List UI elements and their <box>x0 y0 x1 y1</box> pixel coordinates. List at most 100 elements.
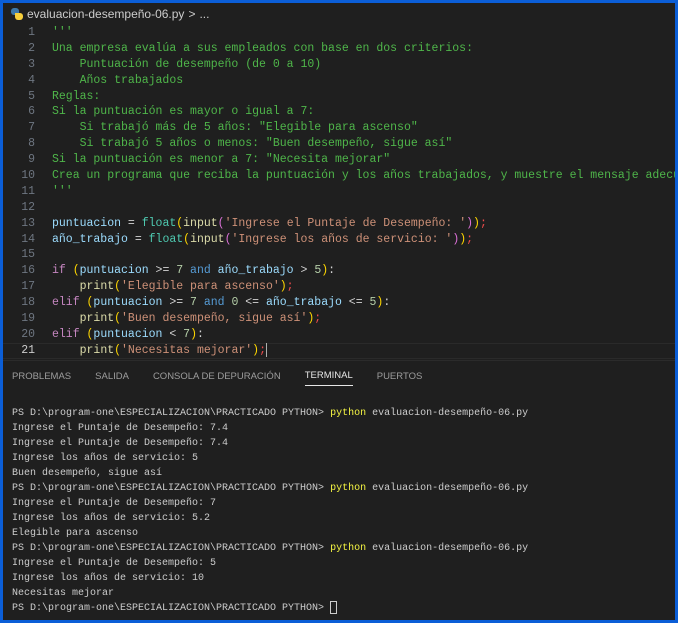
code-line[interactable]: 14 año_trabajo = float(input('Ingrese los… <box>3 232 675 248</box>
code-line[interactable]: 2 Una empresa evalúa a sus empleados con … <box>3 41 675 57</box>
code-line[interactable]: 6 Si la puntuación es mayor o igual a 7: <box>3 104 675 120</box>
terminal-prompt: PS D:\program-one\ESPECIALIZACION\PRACTI… <box>12 603 331 615</box>
code-token: < <box>162 327 184 341</box>
code-line[interactable]: 16 if (puntuacion >= 7 and año_trabajo > … <box>3 263 675 279</box>
code-token: Puntuación de desempeño (de 0 a 10) <box>52 57 322 71</box>
code-token: ) <box>279 280 287 294</box>
terminal-line: PS D:\program-one\ESPECIALIZACION\PRACTI… <box>12 541 528 556</box>
terminal-line: Ingrese el Puntaje de Desempeño: 7.4 <box>12 423 229 434</box>
code-token: puntuacion <box>93 327 163 341</box>
line-number: 1 <box>28 26 35 39</box>
code-token: ( <box>217 216 225 230</box>
code-token: puntuacion <box>52 216 122 230</box>
code-token: = <box>121 216 142 230</box>
terminal-line: Elegible para ascenso <box>12 528 139 539</box>
code-token: ( <box>114 312 122 326</box>
code-token: input <box>190 232 225 246</box>
code-token: ) <box>466 216 474 230</box>
terminal-line: Ingrese el Puntaje de Desempeño: 5 <box>12 558 217 569</box>
terminal-command: python <box>330 543 367 554</box>
code-token: : <box>196 327 204 341</box>
code-token: Si la puntuación es mayor o igual a 7: <box>52 105 315 119</box>
code-line[interactable]: 20 elif (puntuacion < 7): <box>3 327 675 343</box>
line-number: 4 <box>28 73 35 87</box>
breadcrumb-more[interactable]: ... <box>199 7 209 21</box>
code-token: float <box>141 216 177 230</box>
code-line[interactable]: 7 Si trabajó más de 5 años: "Elegible pa… <box>3 120 675 136</box>
code-line[interactable]: 10 Crea un programa que reciba la puntuac… <box>3 168 675 184</box>
panel-tabs: PROBLEMAS SALIDA CONSOLA DE DEPURACIÓN TERM… <box>3 361 675 391</box>
code-token: 'Ingrese el Puntaje de Desempeño: ' <box>224 216 467 230</box>
code-token: ) <box>473 216 480 230</box>
code-line[interactable]: 9 Si la puntuación es menor a 7: "Necesit… <box>3 152 675 168</box>
terminal-output[interactable]: PS D:\program-one\ESPECIALIZACION\PRACTI… <box>12 406 528 616</box>
tab-puertos[interactable]: PUERTOS <box>377 367 423 386</box>
code-token: Años trabajados <box>52 73 184 87</box>
code-token: and <box>196 296 232 310</box>
code-editor[interactable]: 1 ''' 2 Una empresa evalúa a sus empleados … <box>3 25 675 359</box>
code-line[interactable]: 12 <box>3 200 675 216</box>
code-token: ( <box>72 264 80 278</box>
code-line[interactable]: 13 puntuacion = float(input('Ingrese el P… <box>3 216 675 232</box>
code-line[interactable]: 18 elif (puntuacion >= 7 and 0 <= año_tra… <box>3 295 675 311</box>
code-line[interactable]: 21 print('Necesitas mejorar'); <box>3 342 675 359</box>
terminal-prompt: PS D:\program-one\ESPECIALIZACION\PRACTI… <box>12 408 331 419</box>
code-token: año_trabajo <box>52 232 128 246</box>
tab-salida[interactable]: SALIDA <box>95 367 129 386</box>
code-token: ; <box>466 232 474 246</box>
line-number: 21 <box>21 343 35 357</box>
code-line[interactable]: 11 ''' <box>3 184 675 200</box>
code-token: puntuacion <box>93 296 163 310</box>
code-line[interactable]: 5 Reglas: <box>3 89 675 105</box>
code-line[interactable]: 3 Puntuación de desempeño (de 0 a 10) <box>3 57 675 73</box>
code-token: : <box>328 264 336 278</box>
line-number: 15 <box>21 248 35 262</box>
tab-terminal[interactable]: TERMINAL <box>304 366 353 386</box>
breadcrumb-file[interactable]: evaluacion-desempeño-06.py <box>27 7 184 21</box>
code-line[interactable]: 1 ''' <box>3 25 675 41</box>
code-token: Si trabajó más de 5 años: "Elegible para… <box>52 121 418 135</box>
breadcrumb-separator: > <box>188 7 196 21</box>
vscode-window: evaluacion-desempeño-06.py > ... 1 ''' 2 Un… <box>3 3 675 620</box>
code-token: print <box>79 280 115 294</box>
code-line[interactable]: 19 print('Buen desempeño, sigue así'); <box>3 311 675 327</box>
code-token: ; <box>314 312 322 326</box>
code-token: ) <box>190 327 197 341</box>
line-number: 19 <box>21 312 35 326</box>
terminal-line: Ingrese los años de servicio: 10 <box>12 573 205 584</box>
code-token: print <box>79 312 115 326</box>
code-token: Si trabajó 5 años o menos: "Buen desempe… <box>52 137 453 151</box>
code-token: Reglas: <box>52 89 101 103</box>
code-token: ''' <box>52 184 73 198</box>
code-line[interactable]: 4 Años trabajados <box>3 73 675 89</box>
terminal-line: Necesitas mejorar <box>12 588 115 599</box>
line-number: 17 <box>21 280 35 294</box>
code-token: and <box>183 264 218 278</box>
code-line[interactable]: 15 <box>3 247 675 263</box>
code-token: = <box>127 232 149 246</box>
terminal-line: PS D:\program-one\ESPECIALIZACION\PRACTI… <box>12 406 528 421</box>
code-token: print <box>79 343 115 357</box>
code-token: ( <box>114 343 122 357</box>
line-number: 11 <box>21 184 35 198</box>
code-token: 'Ingrese los años de servicio: ' <box>231 232 453 246</box>
line-number: 7 <box>28 121 35 135</box>
line-number: 9 <box>28 153 35 167</box>
tab-consola-de-depuraci-n[interactable]: CONSOLA DE DEPURACIÓN <box>153 367 281 386</box>
code-line[interactable]: 8 Si trabajó 5 años o menos: "Buen desem… <box>3 136 675 152</box>
line-number: 20 <box>21 327 35 341</box>
terminal-prompt: PS D:\program-one\ESPECIALIZACION\PRACTI… <box>12 483 331 494</box>
breadcrumb: evaluacion-desempeño-06.py > ... <box>3 3 675 25</box>
code-token: elif <box>52 296 80 310</box>
line-number: 3 <box>28 57 35 71</box>
code-line[interactable]: 17 print('Elegible para ascenso'); <box>3 279 675 295</box>
tab-problemas[interactable]: PROBLEMAS <box>12 367 71 386</box>
code-token: if <box>52 264 66 278</box>
code-token: > <box>293 264 315 278</box>
terminal-line: Ingrese los años de servicio: 5.2 <box>12 513 211 524</box>
terminal-line: Buen desempeño, sigue así <box>12 468 163 479</box>
